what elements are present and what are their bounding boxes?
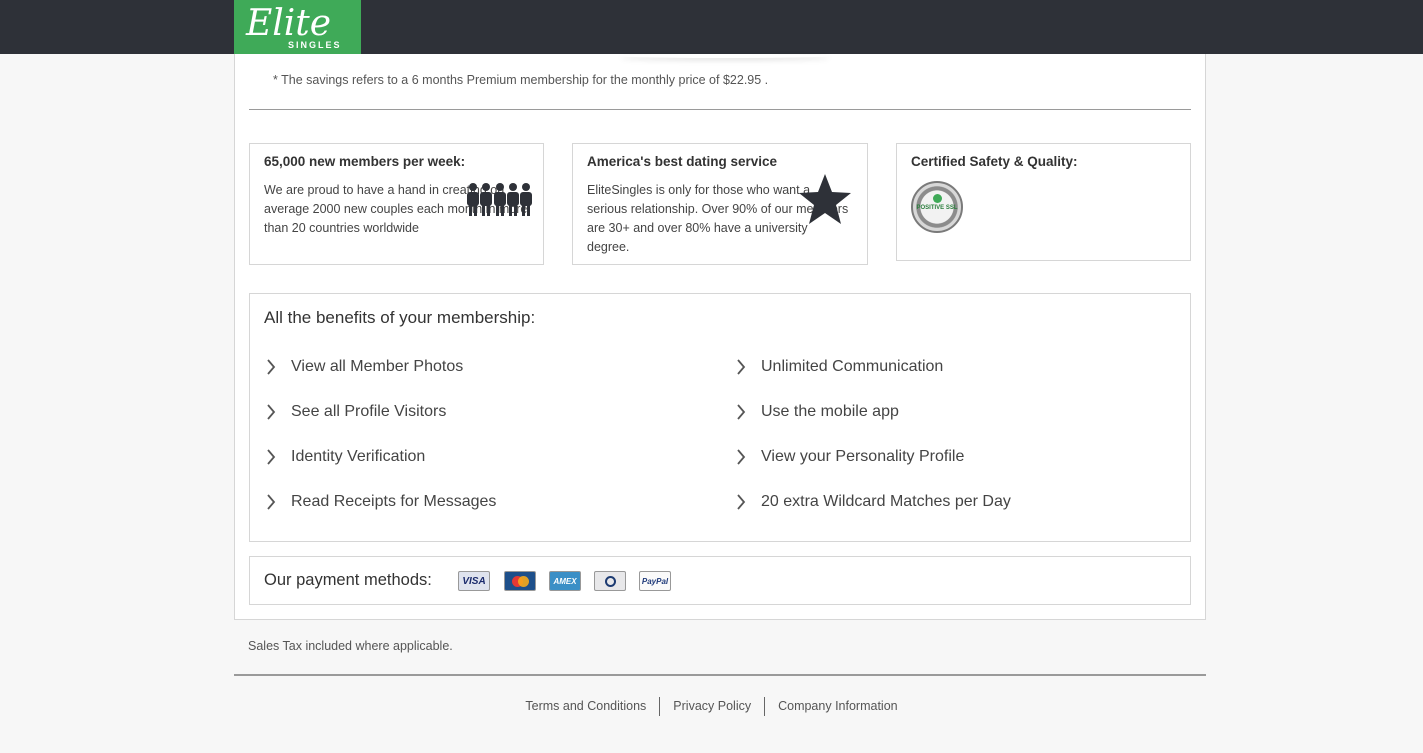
chevron-right-icon: [737, 494, 746, 510]
benefit-item: Unlimited Communication: [736, 356, 943, 378]
section-shadow: [620, 54, 830, 58]
ssl-check-icon: [933, 194, 942, 203]
benefit-item: Read Receipts for Messages: [266, 491, 496, 513]
feature-certified-safety: Certified Safety & Quality: POSITIVE SSL: [896, 143, 1191, 261]
benefit-item: View all Member Photos: [266, 356, 463, 378]
benefit-label: See all Profile Visitors: [291, 403, 447, 420]
benefit-label: Identity Verification: [291, 448, 426, 465]
benefit-label: Use the mobile app: [761, 403, 899, 420]
paypal-icon: PayPal: [639, 571, 671, 591]
terms-link[interactable]: Terms and Conditions: [512, 697, 659, 716]
benefits-panel: All the benefits of your membership: Vie…: [249, 293, 1191, 542]
payment-title: Our payment methods:: [264, 571, 432, 589]
ssl-badge-icon: POSITIVE SSL: [911, 181, 963, 233]
divider: [249, 109, 1191, 110]
feature-title: Certified Safety & Quality:: [911, 154, 1078, 169]
feature-title: America's best dating service: [587, 154, 778, 169]
amex-card-icon: AMEX: [549, 571, 581, 591]
chevron-right-icon: [267, 359, 276, 375]
benefit-label: 20 extra Wildcard Matches per Day: [761, 493, 1011, 510]
elite-singles-logo[interactable]: Elite SINGLES: [234, 0, 361, 58]
amex-label: AMEX: [553, 576, 577, 586]
people-icon: [467, 183, 532, 216]
privacy-link[interactable]: Privacy Policy: [660, 697, 764, 716]
benefit-label: Read Receipts for Messages: [291, 493, 497, 510]
benefit-label: View your Personality Profile: [761, 448, 965, 465]
chevron-right-icon: [737, 359, 746, 375]
feature-new-members: 65,000 new members per week: We are prou…: [249, 143, 544, 265]
visa-label: VISA: [462, 575, 486, 587]
benefit-item: View your Personality Profile: [736, 446, 964, 468]
feature-title: 65,000 new members per week:: [264, 154, 466, 169]
benefit-item: 20 extra Wildcard Matches per Day: [736, 491, 1011, 513]
footer-divider: [234, 674, 1206, 676]
benefit-label: View all Member Photos: [291, 358, 464, 375]
benefit-item: See all Profile Visitors: [266, 401, 446, 423]
mastercard-icon: [504, 571, 536, 591]
footer-links: Terms and Conditions Privacy Policy Comp…: [0, 697, 1423, 716]
logo-subtitle: SINGLES: [288, 40, 342, 50]
chevron-right-icon: [267, 449, 276, 465]
benefit-item: Identity Verification: [266, 446, 425, 468]
chevron-right-icon: [267, 494, 276, 510]
top-bar: [0, 0, 1423, 54]
chevron-right-icon: [267, 404, 276, 420]
payment-methods-panel: Our payment methods: VISA AMEX PayPal: [249, 556, 1191, 605]
star-icon: [799, 174, 851, 224]
benefit-label: Unlimited Communication: [761, 358, 944, 375]
chevron-right-icon: [737, 404, 746, 420]
company-info-link[interactable]: Company Information: [765, 697, 911, 716]
benefits-title: All the benefits of your membership:: [264, 308, 536, 327]
feature-best-service: America's best dating service EliteSingl…: [572, 143, 868, 265]
sales-tax-note: Sales Tax included where applicable.: [248, 639, 453, 653]
visa-card-icon: VISA: [458, 571, 490, 591]
chevron-right-icon: [737, 449, 746, 465]
diners-club-icon: [594, 571, 626, 591]
ssl-badge-text: POSITIVE SSL: [916, 205, 958, 211]
benefit-item: Use the mobile app: [736, 401, 899, 423]
paypal-label: PayPal: [641, 576, 669, 586]
savings-note: * The savings refers to a 6 months Premi…: [273, 73, 769, 87]
